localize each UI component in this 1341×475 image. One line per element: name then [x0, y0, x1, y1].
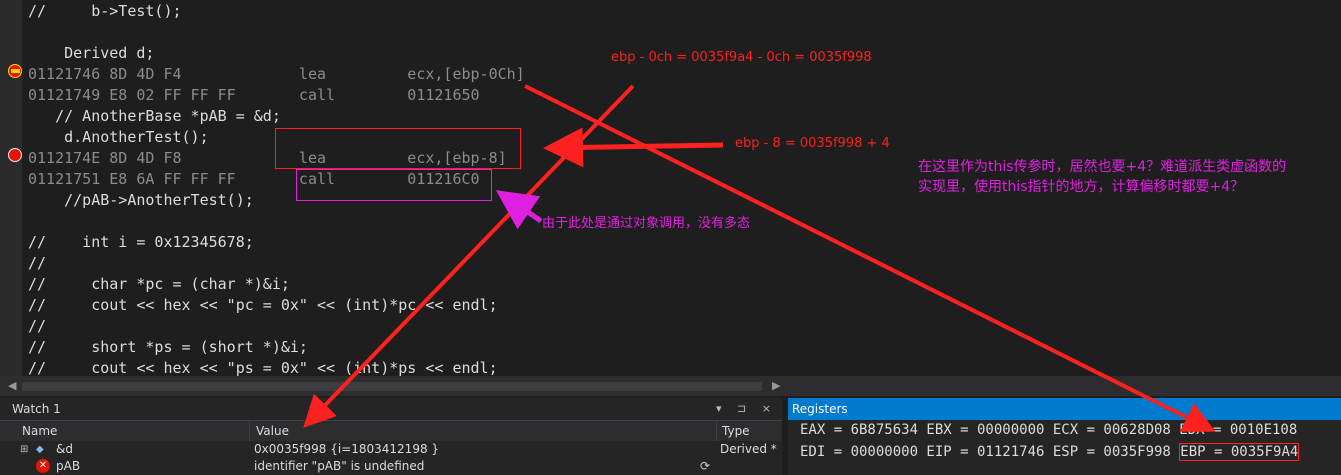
watch-value[interactable]: 0x0035f998 {i=1803412198 } — [254, 441, 439, 458]
column-name[interactable]: Name — [22, 421, 57, 441]
watch-column-header: Name Value Type — [0, 420, 782, 441]
source-line: // — [28, 317, 47, 335]
watch-window-controls[interactable]: ▾ ⊐ × — [716, 398, 777, 420]
horizontal-scrollbar[interactable]: ◀ ▶ — [0, 376, 1341, 396]
watch-panel: Watch 1 ▾ ⊐ × Name Value Type ⊞ ◆ &d 0x0… — [0, 398, 782, 475]
annotation-ebp-0ch: ebp - 0ch = 0035f9a4 - 0ch = 0035f998 — [611, 50, 872, 65]
call-highlight-box — [296, 169, 492, 201]
registers-panel: Registers EAX = 6B875634 EBX = 00000000 … — [788, 398, 1341, 475]
watch-titlebar: Watch 1 ▾ ⊐ × — [0, 398, 782, 420]
source-line: //pAB->AnotherTest(); — [28, 191, 254, 209]
source-line: // b->Test(); — [28, 2, 182, 20]
ebp-register-value: EBP = 0035F9A4 — [1179, 443, 1300, 461]
source-line: // short *ps = (short *)&i; — [28, 338, 308, 356]
annotation-question-line1: 在这里作为this传参时，居然也要+4？难道派生类虚函数的 — [918, 159, 1287, 175]
editor-gutter[interactable] — [0, 0, 22, 376]
scroll-left-icon[interactable]: ◀ — [8, 379, 16, 392]
watch-value[interactable]: identifier "pAB" is undefined — [254, 458, 424, 475]
annotation-no-polymorphism: 由于此处是通过对象调用，没有多态 — [542, 216, 751, 231]
watch-row[interactable]: ⊞ ◆ &d 0x0035f998 {i=1803412198 } Derive… — [0, 441, 782, 458]
watch-row[interactable]: ✕ pAB identifier "pAB" is undefined ⟳ — [0, 458, 782, 475]
register-line-1: EAX = 6B875634 EBX = 00000000 ECX = 0062… — [800, 422, 1298, 438]
scroll-right-icon[interactable]: ▶ — [772, 379, 780, 392]
watch-type: Derived * — [720, 442, 777, 456]
pointer-icon: ◆ — [36, 444, 44, 455]
source-line: // — [28, 254, 47, 272]
scrollbar-thumb[interactable] — [22, 382, 762, 391]
column-value[interactable]: Value — [256, 421, 289, 441]
register-line-2: EDI = 00000000 EIP = 01121746 ESP = 0035… — [800, 442, 1300, 462]
disassembly-line: 01121746 8D 4D F4 lea ecx,[ebp-0Ch] — [28, 65, 525, 83]
source-line: // AnotherBase *pAB = &d; — [28, 107, 281, 125]
column-type[interactable]: Type — [722, 421, 750, 441]
watch-title: Watch 1 — [12, 402, 61, 416]
disassembly-line: 01121749 E8 02 FF FF FF call 01121650 — [28, 86, 480, 104]
error-icon: ✕ — [36, 459, 50, 473]
watch-name[interactable]: pAB — [56, 458, 80, 475]
registers-title: Registers — [788, 398, 1341, 420]
breakpoint-icon[interactable] — [8, 148, 22, 162]
register-line-2-prefix: EDI = 00000000 EIP = 01121746 ESP = 0035… — [800, 444, 1180, 460]
source-line: d.AnotherTest(); — [28, 128, 209, 146]
instruction-pointer-icon — [8, 64, 22, 78]
refresh-icon[interactable]: ⟳ — [700, 458, 710, 475]
code-editor[interactable]: // b->Test(); Derived d; 01121746 8D 4D F… — [0, 0, 1341, 377]
annotation-question-line2: 实现里，使用this指针的地方，计算偏移时都要+4？ — [918, 179, 1245, 195]
lea-highlight-box — [275, 128, 521, 169]
annotation-ebp-8: ebp - 8 = 0035f998 + 4 — [735, 136, 890, 151]
expand-icon[interactable]: ⊞ — [20, 441, 28, 458]
source-line: Derived d; — [28, 44, 155, 62]
source-line: // char *pc = (char *)&i; — [28, 275, 290, 293]
source-line: // cout << hex << "pc = 0x" << (int)*pc … — [28, 296, 498, 314]
source-line: // int i = 0x12345678; — [28, 233, 254, 251]
watch-name[interactable]: &d — [56, 441, 73, 458]
